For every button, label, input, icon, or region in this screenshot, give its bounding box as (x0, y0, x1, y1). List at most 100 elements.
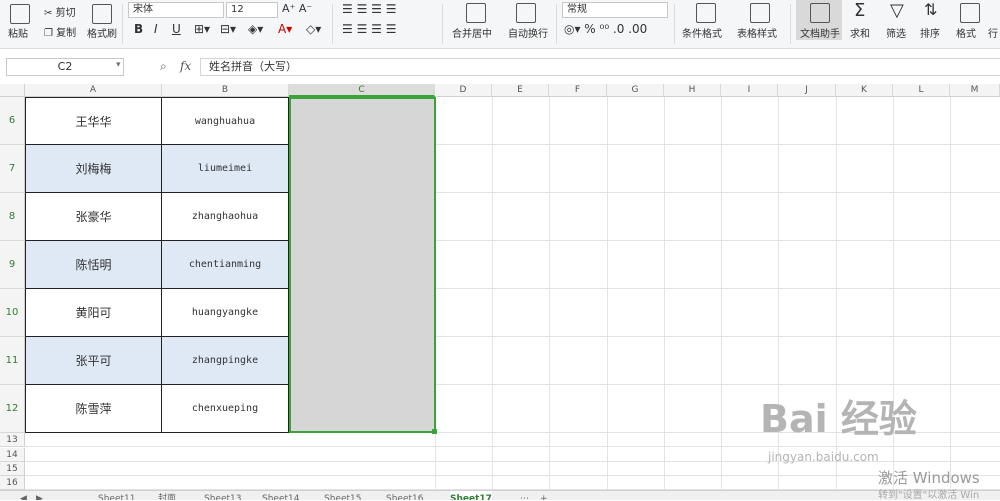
column-header-m[interactable]: M (950, 84, 1000, 97)
cell-name[interactable]: 陈恬明 (25, 241, 162, 289)
fill-color-icon[interactable]: ◈▾ (248, 22, 263, 36)
wrap-text-button[interactable]: 自动换行 (508, 25, 548, 40)
wrap-text-icon[interactable] (516, 3, 536, 23)
font-grow-button[interactable]: A⁺ A⁻ (282, 2, 312, 15)
cell-pinyin[interactable]: chenxueping (161, 385, 289, 433)
cell-name[interactable]: 王华华 (25, 97, 162, 145)
fx-icon[interactable]: fx (180, 59, 191, 73)
cell-name[interactable]: 张豪华 (25, 193, 162, 241)
gridline (435, 384, 1000, 385)
conditional-format-icon[interactable] (696, 3, 716, 23)
cell-pinyin[interactable]: liumeimei (161, 145, 289, 193)
fill-handle[interactable] (432, 429, 437, 434)
cell-name[interactable]: 黄阳可 (25, 289, 162, 337)
column-header-g[interactable]: G (607, 84, 664, 97)
doc-assistant-button[interactable]: 文档助手 (800, 25, 840, 40)
merge-cells-icon[interactable]: ⊟▾ (220, 22, 236, 36)
underline-button[interactable]: U (172, 22, 181, 36)
column-header-h[interactable]: H (664, 84, 721, 97)
doc-assistant-icon[interactable] (810, 3, 830, 23)
row-button[interactable]: 行 (988, 25, 998, 40)
sum-icon[interactable]: Σ (854, 0, 865, 21)
gridline (25, 475, 1000, 476)
cell-pinyin[interactable]: zhangpingke (161, 337, 289, 385)
scissors-icon: ✂ (44, 8, 53, 19)
currency-icon[interactable]: ◎▾ % ⁰⁰ .0 .00 (564, 22, 647, 36)
row-header[interactable]: 15 (0, 462, 25, 476)
column-header-f[interactable]: F (549, 84, 607, 97)
column-header-c[interactable]: C (289, 84, 435, 97)
align-top-icon[interactable]: ☰ ☰ ☰ ☰ (342, 2, 396, 16)
font-name-select[interactable]: 宋体 (128, 2, 224, 18)
zoom-icon[interactable]: ⌕ (160, 59, 167, 74)
format-painter-icon[interactable] (92, 4, 112, 24)
column-header-l[interactable]: L (893, 84, 950, 97)
select-all-corner[interactable] (0, 84, 25, 97)
filter-button[interactable]: 筛选 (886, 25, 906, 40)
align-left-icon[interactable]: ☰ ☰ ☰ ☰ (342, 22, 396, 36)
cell-pinyin[interactable]: chentianming (161, 241, 289, 289)
sort-icon[interactable]: ⇅ (924, 0, 937, 19)
copy-icon: ❐ (44, 28, 53, 39)
font-size-select[interactable]: 12 (226, 2, 278, 18)
row-header[interactable]: 6 (0, 97, 25, 145)
formula-input[interactable]: 姓名拼音（大写） (200, 58, 1000, 76)
font-color-icon[interactable]: A▾ (278, 22, 292, 36)
paste-icon[interactable] (10, 4, 30, 24)
row-header[interactable]: 7 (0, 145, 25, 193)
clear-format-icon[interactable]: ◇▾ (306, 22, 321, 36)
gridline (435, 336, 1000, 337)
bold-button[interactable]: B (134, 22, 143, 36)
table-style-button[interactable]: 表格样式 (737, 25, 777, 40)
row-header[interactable]: 11 (0, 337, 25, 385)
filter-icon[interactable]: ▽ (890, 0, 904, 21)
row-header[interactable]: 12 (0, 385, 25, 433)
gridline (435, 144, 1000, 145)
number-format-select[interactable]: 常规 (562, 2, 668, 18)
cell-pinyin[interactable]: wanghuahua (161, 97, 289, 145)
format-icon[interactable] (960, 3, 980, 23)
cell-name[interactable]: 张平可 (25, 337, 162, 385)
cell-name[interactable]: 刘梅梅 (25, 145, 162, 193)
column-header-i[interactable]: I (721, 84, 778, 97)
name-box[interactable]: C2 (6, 58, 124, 76)
copy-label: 复制 (56, 28, 77, 39)
table-style-icon[interactable] (750, 3, 770, 23)
sum-button[interactable]: 求和 (850, 25, 870, 40)
row-header[interactable]: 13 (0, 433, 25, 447)
row-header[interactable]: 9 (0, 241, 25, 289)
gridline (435, 288, 1000, 289)
column-header-k[interactable]: K (836, 84, 893, 97)
sort-button[interactable]: 排序 (920, 25, 940, 40)
ribbon-separator (556, 4, 557, 44)
format-painter-button[interactable]: 格式刷 (87, 25, 117, 40)
italic-button[interactable]: I (154, 22, 158, 36)
cut-button[interactable]: ✂ 剪切 (44, 4, 76, 19)
row-header[interactable]: 16 (0, 476, 25, 490)
column-header-a[interactable]: A (25, 84, 162, 97)
column-header-d[interactable]: D (435, 84, 492, 97)
column-header-j[interactable]: J (778, 84, 836, 97)
merge-center-button[interactable]: 合并居中 (452, 25, 492, 40)
gridline (435, 240, 1000, 241)
cell-name[interactable]: 陈雪萍 (25, 385, 162, 433)
row-header[interactable]: 8 (0, 193, 25, 241)
row-header[interactable]: 10 (0, 289, 25, 337)
column-header-b[interactable]: B (162, 84, 289, 97)
paste-button[interactable]: 粘贴 (8, 25, 28, 40)
cell-pinyin[interactable]: huangyangke (161, 289, 289, 337)
gridline (435, 192, 1000, 193)
cut-label: 剪切 (55, 8, 76, 19)
format-button[interactable]: 格式 (956, 25, 976, 40)
ribbon-separator (332, 4, 333, 44)
row-header[interactable]: 14 (0, 448, 25, 462)
ribbon-separator (790, 4, 791, 44)
cell-pinyin[interactable]: zhanghaohua (161, 193, 289, 241)
border-icon[interactable]: ⊞▾ (194, 22, 210, 36)
merge-center-icon[interactable] (466, 3, 486, 23)
conditional-format-button[interactable]: 条件格式 (682, 25, 722, 40)
column-header-e[interactable]: E (492, 84, 549, 97)
copy-button[interactable]: ❐ 复制 (44, 24, 76, 39)
chevron-down-icon[interactable]: ▾ (116, 60, 121, 70)
selected-range[interactable] (289, 97, 436, 433)
